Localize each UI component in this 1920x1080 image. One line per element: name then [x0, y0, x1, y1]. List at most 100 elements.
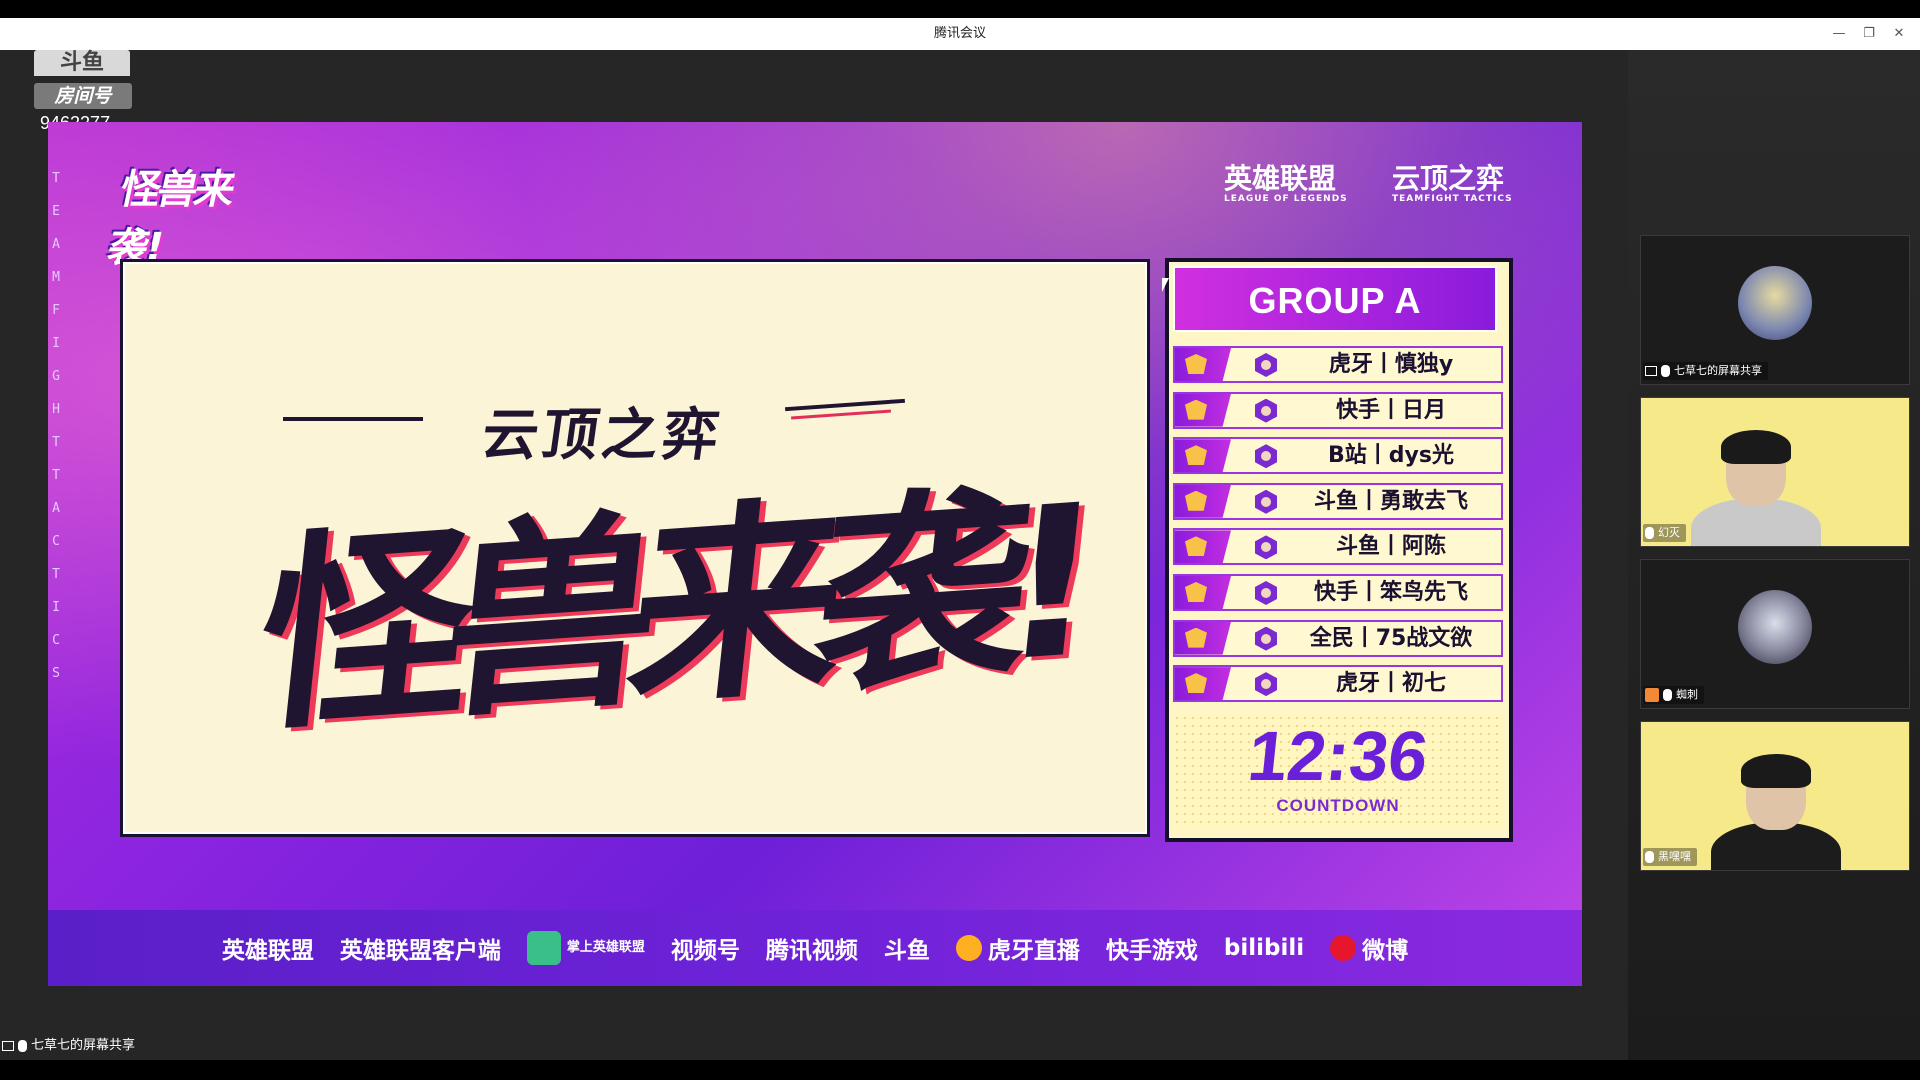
rank-badge	[1175, 484, 1231, 518]
sponsor-douyu: 斗鱼	[883, 938, 930, 964]
player-name: 全民丨75战文欲	[1309, 625, 1473, 651]
decor-dash	[283, 417, 423, 421]
group-title: GROUP A	[1173, 266, 1497, 332]
crest-icon	[1185, 399, 1207, 420]
mic-icon	[18, 1040, 27, 1052]
mouse-cursor-icon	[1162, 278, 1169, 292]
participant-video	[1681, 426, 1831, 546]
brand-tft-sub: TEAMFIGHT TACTICS	[1392, 194, 1513, 204]
brand-lol: 英雄联盟 LEAGUE OF LEGENDS	[1224, 162, 1348, 205]
panel-title: 怪兽来袭!	[247, 459, 1088, 761]
participant-name: 黑嘿嘿	[1658, 850, 1691, 863]
crest-icon	[1185, 354, 1207, 374]
screen-share-icon	[2, 1041, 14, 1051]
sponsor-channels: 视频号	[670, 938, 740, 964]
brand-tft-name: 云顶之弈	[1392, 162, 1505, 195]
player-avatar-icon	[1255, 398, 1277, 423]
sponsor-bar: 英雄联盟 英雄联盟客户端 掌上英雄联盟 视频号 腾讯视频 斗鱼 虎牙直播 快手游…	[48, 910, 1582, 986]
player-name: 斗鱼丨勇敢去飞	[1313, 488, 1468, 514]
show-logo: 怪兽来袭!	[104, 157, 255, 271]
participant-tile[interactable]: 黑嘿嘿	[1640, 721, 1910, 871]
player-name: 虎牙丨慎独y	[1328, 352, 1454, 377]
countdown-panel: 12:36 COUNTDOWN	[1173, 714, 1503, 829]
sponsor-bilibili: bilibili	[1223, 935, 1305, 961]
countdown-time: 12:36	[1244, 717, 1432, 795]
participant-label: 幻灭	[1643, 524, 1686, 542]
crest-icon	[1185, 581, 1207, 602]
crest-icon	[1185, 536, 1207, 557]
stream-frame: TEAMFIGHTTACTICS 怪兽来袭! 英雄联盟 LEAGUE OF LE…	[48, 122, 1582, 986]
rank-badge	[1175, 575, 1231, 609]
player-row: 快手丨笨鸟先飞	[1173, 573, 1503, 611]
rank-badge	[1175, 439, 1231, 473]
sponsor-lol-client: 英雄联盟客户端	[339, 938, 501, 964]
participant-label: 蜘刺	[1643, 686, 1704, 704]
player-row: B站丨dys光	[1173, 437, 1503, 475]
participant-tile[interactable]: 七草七的屏幕共享	[1640, 235, 1910, 385]
douyu-logo: 斗鱼	[34, 50, 130, 76]
main-panel: 云顶之弈 怪兽来袭!	[120, 259, 1150, 837]
rank-badge	[1175, 621, 1231, 655]
participant-avatar	[1738, 590, 1812, 664]
participant-tile[interactable]: 蜘刺	[1640, 559, 1910, 709]
crest-icon	[1185, 627, 1207, 648]
crest-icon	[1185, 445, 1207, 466]
sponsor-lol-mobile: 掌上英雄联盟	[526, 931, 645, 965]
huya-icon	[955, 935, 982, 961]
window-controls: — ❐ ✕	[1824, 18, 1914, 50]
player-row: 斗鱼丨勇敢去飞	[1173, 482, 1503, 520]
player-avatar-icon	[1255, 580, 1277, 605]
player-row: 虎牙丨慎独y	[1173, 346, 1503, 383]
participant-tile[interactable]: 幻灭	[1640, 397, 1910, 547]
player-row: 斗鱼丨阿陈	[1173, 528, 1503, 566]
player-name: B站丨dys光	[1328, 443, 1454, 469]
bottom-strip	[0, 1060, 1920, 1080]
participant-name: 蜘刺	[1676, 688, 1698, 701]
participant-video	[1701, 750, 1851, 870]
sponsor-tencent-video: 腾讯视频	[765, 938, 858, 964]
app-icon	[526, 931, 561, 965]
decor-dash	[791, 409, 891, 420]
minimize-button[interactable]: —	[1824, 18, 1854, 50]
show-logo-text: 怪兽来袭!	[103, 167, 237, 271]
brand-tft: 云顶之弈 TEAMFIGHT TACTICS	[1392, 162, 1513, 205]
panel-subtitle: 云顶之弈	[477, 403, 727, 468]
player-name: 虎牙丨初七	[1335, 671, 1446, 697]
participant-avatar	[1738, 266, 1812, 340]
sponsor-kuaishou: 快手游戏	[1105, 938, 1198, 964]
player-row: 虎牙丨初七	[1173, 665, 1503, 703]
vertical-tft-text: TEAMFIGHTTACTICS	[52, 171, 60, 681]
countdown-label: COUNTDOWN	[1276, 796, 1400, 815]
close-button[interactable]: ✕	[1884, 18, 1914, 50]
window-title-bar: 腾讯会议 — ❐ ✕	[0, 18, 1920, 50]
rank-badge	[1175, 530, 1231, 564]
person-icon	[1645, 688, 1659, 702]
player-row: 快手丨日月	[1173, 391, 1503, 429]
participant-name: 七草七的屏幕共享	[1674, 364, 1762, 377]
restore-button[interactable]: ❐	[1854, 18, 1884, 50]
mic-icon	[1663, 689, 1672, 701]
rank-badge	[1175, 348, 1231, 381]
weibo-icon	[1330, 935, 1357, 961]
share-owner: 七草七的屏幕共享	[31, 1038, 136, 1053]
player-avatar-icon	[1255, 672, 1277, 697]
player-avatar-icon	[1255, 353, 1277, 377]
sponsor-weibo: 微博	[1330, 931, 1408, 965]
mic-icon	[1661, 365, 1670, 377]
player-avatar-icon	[1255, 626, 1277, 651]
scoreboard: GROUP A 虎牙丨慎独y 快手丨日月 B站丨dys光 斗鱼丨勇敢去飞 斗鱼丨…	[1165, 258, 1513, 842]
screen-share-label: 七草七的屏幕共享	[2, 1036, 135, 1056]
rank-badge	[1175, 667, 1231, 701]
player-name: 斗鱼丨阿陈	[1335, 534, 1446, 560]
room-label: 房间号	[34, 83, 132, 109]
player-name: 快手丨笨鸟先飞	[1313, 579, 1468, 605]
sponsor-huya: 虎牙直播	[955, 931, 1080, 965]
player-name: 快手丨日月	[1335, 397, 1446, 423]
brand-lol-sub: LEAGUE OF LEGENDS	[1224, 194, 1348, 204]
brand-lol-name: 英雄联盟	[1224, 162, 1337, 195]
mic-icon	[1645, 851, 1654, 863]
sponsor-lol: 英雄联盟	[221, 938, 314, 964]
window-title: 腾讯会议	[933, 26, 986, 41]
crest-icon	[1185, 490, 1207, 511]
player-avatar-icon	[1255, 444, 1277, 469]
